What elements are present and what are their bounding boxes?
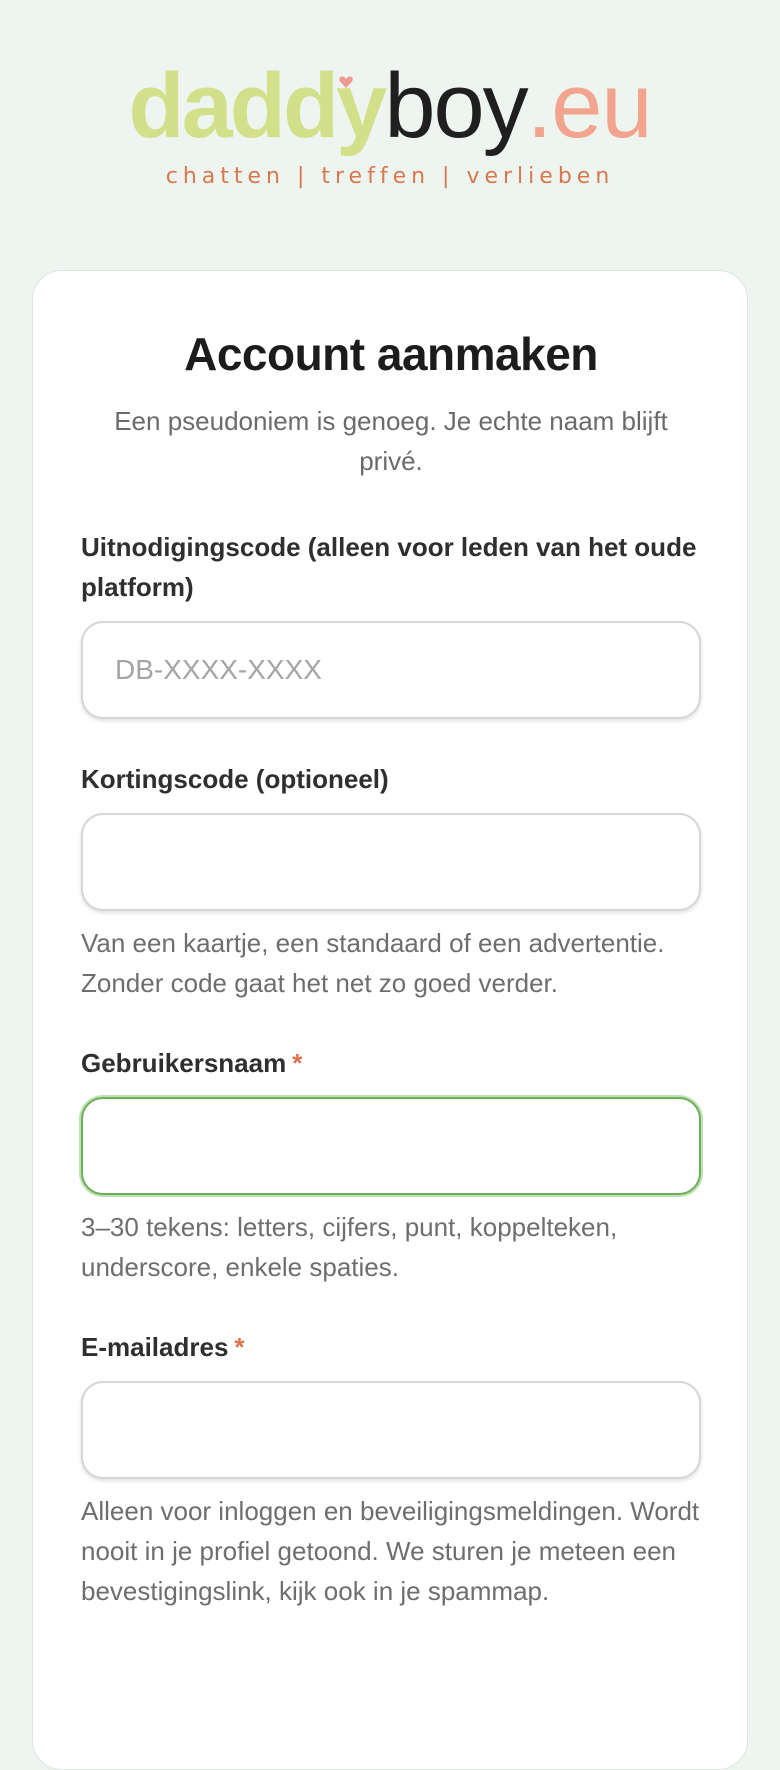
required-mark: * (234, 1332, 245, 1362)
required-mark: * (292, 1048, 303, 1078)
page-title: Account aanmaken (184, 328, 598, 380)
email-input[interactable] (81, 1381, 701, 1479)
username-input[interactable] (81, 1097, 701, 1195)
brand-tagline: chatten | treffen | verlieben (165, 164, 615, 189)
discount-code-input[interactable] (81, 813, 701, 911)
heart-icon (339, 76, 354, 88)
brand-header: daddyboy.eu chatten | treffen | verliebe… (0, 60, 780, 189)
invite-code-input[interactable] (81, 621, 701, 719)
logo-daddy: daddy (128, 55, 387, 157)
invite-code-label: Uitnodigingscode (alleen voor leden van … (81, 532, 697, 602)
username-label-text: Gebruikersnaam (81, 1048, 287, 1078)
brand-logo[interactable]: daddyboy.eu (128, 60, 652, 152)
username-help: 3–30 tekens: letters, cijfers, punt, kop… (81, 1212, 618, 1282)
page-subtitle: Een pseudoniem is genoeg. Je echte naam … (114, 406, 668, 476)
discount-code-label: Kortingscode (optioneel) (81, 764, 389, 794)
discount-code-help: Van een kaartje, een standaard of een ad… (81, 928, 665, 998)
email-help: Alleen voor inloggen en beveiligingsmeld… (81, 1496, 700, 1606)
logo-boy: boy (384, 55, 528, 157)
signup-card: Account aanmaken Een pseudoniem is genoe… (32, 270, 748, 1770)
email-label: E-mailadres * (81, 1327, 701, 1367)
logo-eu: .eu (526, 55, 653, 157)
email-label-text: E-mailadres (81, 1332, 229, 1362)
username-label: Gebruikersnaam * (81, 1043, 701, 1083)
